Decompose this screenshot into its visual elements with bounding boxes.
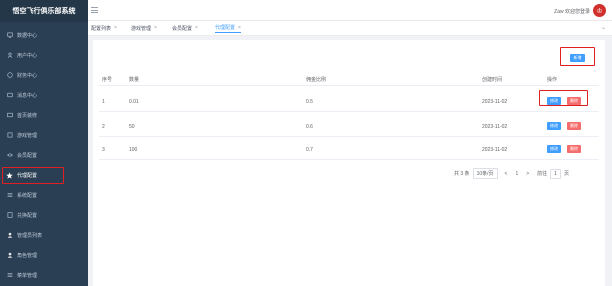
goto-page-input[interactable]: 1 (550, 168, 561, 179)
cell-ratio: 0.6 (306, 124, 313, 130)
cell-ratio: 0.5 (306, 99, 313, 105)
role-icon (6, 252, 13, 259)
sidebar-item-label: 会员配置 (17, 152, 38, 159)
sidebar-item-exchange[interactable]: 兑换配置 (0, 207, 88, 223)
user-icon (6, 52, 13, 59)
close-icon[interactable]: × (195, 25, 198, 31)
pagination: 共 3 条 10条/页 < 1 > 前往 1 页 (454, 168, 569, 179)
cell-index: 2 (102, 124, 105, 130)
column-header: 操作 (547, 77, 558, 83)
main-content: 新增 序号 数量 佣金比例 创建时间 操作 1 0.01 0.5 2023-11… (88, 36, 612, 286)
page-size-select[interactable]: 10条/页 (472, 168, 498, 179)
sidebar-item-label: 消息中心 (17, 92, 38, 99)
sidebar-item-label: 首页装修 (17, 112, 38, 119)
chevron-down-icon[interactable]: ⌄ (601, 24, 606, 31)
sidebar-item-label: 游戏管理 (17, 132, 38, 139)
sidebar-item-system[interactable]: 系统配置 (0, 187, 88, 203)
divider (99, 111, 599, 112)
cell-created: 2023-11-02 (482, 124, 508, 130)
tab-agent-config[interactable]: 代理配置 × (215, 23, 241, 33)
column-header: 佣金比例 (306, 77, 327, 83)
sidebar-item-label: 管理员列表 (17, 232, 43, 239)
tabs-bar: 配置列表 × 游戏管理 × 会员配置 × 代理配置 × ⌄ (88, 21, 612, 36)
admin-icon (6, 232, 13, 239)
highlight-box (539, 90, 588, 106)
home-decor-icon (6, 112, 13, 119)
avatar[interactable]: ♔ (593, 4, 606, 17)
cell-created: 2023-11-02 (482, 147, 508, 153)
close-icon[interactable]: × (154, 25, 157, 31)
divider (99, 159, 599, 160)
game-icon (6, 132, 13, 139)
sidebar-item-label: 数据中心 (17, 32, 38, 39)
cell-amount: 50 (129, 124, 135, 130)
system-icon (6, 192, 13, 199)
sidebar-item-label: 菜单管理 (17, 272, 38, 279)
tab-label: 代理配置 (215, 25, 236, 31)
prev-page-button[interactable]: < (505, 171, 508, 177)
app-title: 悟空飞行俱乐部系统 (0, 0, 88, 22)
page-suffix: 页 (563, 171, 569, 177)
page-number[interactable]: 1 (515, 171, 518, 177)
hamburger-icon[interactable] (91, 7, 98, 13)
sidebar-item-menu-manage[interactable]: 菜单管理 (0, 267, 88, 283)
cell-ratio: 0.7 (306, 147, 313, 153)
sidebar-item-game[interactable]: 游戏管理 (0, 127, 88, 143)
cell-created: 2023-11-02 (482, 99, 508, 105)
sidebar-item-label: 角色管理 (17, 252, 38, 259)
delete-button[interactable]: 删除 (567, 145, 581, 153)
exchange-icon (6, 212, 13, 219)
divider (99, 136, 599, 137)
sidebar-item-message[interactable]: 消息中心 (0, 87, 88, 103)
delete-button[interactable]: 删除 (567, 122, 581, 130)
next-page-button[interactable]: > (526, 171, 529, 177)
highlight-box (2, 167, 64, 184)
table-card: 新增 序号 数量 佣金比例 创建时间 操作 1 0.01 0.5 2023-11… (93, 40, 605, 286)
cell-amount: 0.01 (129, 99, 139, 105)
edit-button[interactable]: 修改 (547, 122, 561, 130)
column-header: 创建时间 (482, 77, 503, 83)
tab-config-list[interactable]: 配置列表 × (91, 23, 117, 33)
column-header: 序号 (102, 77, 113, 83)
sidebar-item-data-center[interactable]: 数据中心 (0, 27, 88, 43)
cell-amount: 100 (129, 147, 138, 153)
sidebar-item-role[interactable]: 角色管理 (0, 247, 88, 263)
monitor-icon (6, 32, 13, 39)
cell-index: 1 (102, 99, 105, 105)
tab-label: 配置列表 (91, 25, 112, 32)
total-count: 共 3 条 (454, 171, 470, 177)
sidebar-item-finance[interactable]: 财务中心 (0, 67, 88, 83)
sidebar-item-member[interactable]: 会员配置 (0, 147, 88, 163)
highlight-box (560, 47, 595, 66)
sidebar: 悟空飞行俱乐部系统 数据中心 用户中心 财务中心 消息中心 首页装修 游戏管理 … (0, 0, 88, 286)
close-icon[interactable]: × (114, 25, 117, 31)
sidebar-item-user-center[interactable]: 用户中心 (0, 47, 88, 63)
finance-icon (6, 72, 13, 79)
sidebar-item-label: 兑换配置 (17, 212, 38, 219)
close-icon[interactable]: × (238, 25, 241, 31)
column-header: 数量 (129, 77, 140, 83)
top-header: Zaw 欢迎您登录 ♔ (88, 0, 612, 21)
sidebar-item-home-decor[interactable]: 首页装修 (0, 107, 88, 123)
tab-label: 会员配置 (172, 25, 193, 32)
divider (99, 85, 599, 86)
message-icon (6, 92, 13, 99)
sidebar-item-admin-list[interactable]: 管理员列表 (0, 227, 88, 243)
cell-index: 3 (102, 147, 105, 153)
sidebar-item-label: 财务中心 (17, 72, 38, 79)
sidebar-item-label: 用户中心 (17, 52, 38, 59)
user-greeting[interactable]: Zaw 欢迎您登录 (554, 8, 590, 15)
tab-game-manage[interactable]: 游戏管理 × (131, 23, 157, 33)
edit-button[interactable]: 修改 (547, 145, 561, 153)
tab-label: 游戏管理 (131, 25, 152, 32)
menu-icon (6, 272, 13, 279)
sidebar-item-label: 系统配置 (17, 192, 38, 199)
member-icon (6, 152, 13, 159)
tab-member-config[interactable]: 会员配置 × (172, 23, 198, 33)
goto-label: 前往 (537, 171, 548, 177)
